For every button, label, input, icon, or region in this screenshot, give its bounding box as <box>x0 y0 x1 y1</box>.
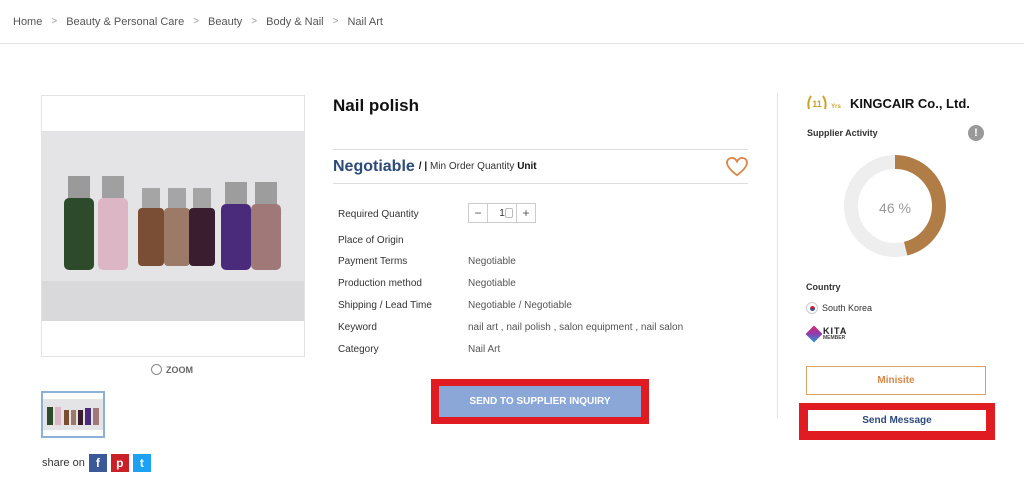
heart-icon[interactable] <box>726 157 748 177</box>
send-message-button[interactable]: Send Message <box>808 410 986 431</box>
product-thumbnail[interactable] <box>41 391 105 438</box>
breadcrumb: Home > Beauty & Personal Care > Beauty >… <box>0 0 1024 44</box>
twitter-icon[interactable]: t <box>132 454 151 472</box>
spec-label-place-of-origin: Place of Origin <box>338 235 404 246</box>
moq-label: Min Order Quantity <box>429 161 515 172</box>
country-label: Country <box>806 282 841 292</box>
chevron-right-icon: > <box>193 16 200 27</box>
column-divider <box>777 93 778 418</box>
spec-value-shipping-lead-time: Negotiable / Negotiable <box>468 300 572 311</box>
increase-button[interactable]: + <box>517 204 535 222</box>
spec-label-keyword: Keyword <box>338 322 377 333</box>
moq-info: / | Min Order Quantity Unit <box>419 161 537 172</box>
share-label: share on <box>42 457 85 469</box>
supplier-activity-percent: 46 % <box>879 200 911 216</box>
breadcrumb-body-nail[interactable]: Body & Nail <box>266 16 323 28</box>
zoom-icon <box>151 364 162 375</box>
supplier-name[interactable]: KINGCAIR Co., Ltd. <box>850 96 970 111</box>
price-value: Negotiable <box>333 157 415 175</box>
spec-label-shipping-lead-time: Shipping / Lead Time <box>338 300 432 311</box>
product-title: Nail polish <box>333 96 419 115</box>
spec-label-production-method: Production method <box>338 278 422 289</box>
decrease-button[interactable]: − <box>469 204 487 222</box>
pinterest-icon[interactable]: p <box>110 454 129 472</box>
chevron-right-icon: > <box>51 16 58 27</box>
spec-value-category: Nail Art <box>468 344 501 355</box>
chevron-right-icon: > <box>332 16 339 27</box>
zoom-button[interactable]: ZOOM <box>151 364 193 375</box>
quantity-stepper: − 1 + <box>468 203 536 223</box>
spec-label-required-quantity: Required Quantity <box>338 209 419 220</box>
breadcrumb-nail-art[interactable]: Nail Art <box>347 16 382 28</box>
facebook-icon[interactable]: f <box>88 454 107 472</box>
zoom-label: ZOOM <box>166 364 193 375</box>
send-inquiry-button[interactable]: SEND TO SUPPLIER INQUIRY <box>439 386 641 417</box>
spec-value-production-method: Negotiable <box>468 278 516 289</box>
minisite-button[interactable]: Minisite <box>806 366 986 395</box>
price-row: Negotiable / | Min Order Quantity Unit <box>333 149 748 184</box>
laurel-badge-icon: 11 Yrs <box>807 95 841 110</box>
spec-label-category: Category <box>338 344 379 355</box>
quantity-value: 1 <box>499 207 505 219</box>
breadcrumb-home[interactable]: Home <box>13 16 42 28</box>
kita-logo-icon <box>805 325 823 343</box>
breadcrumb-beauty-personal-care[interactable]: Beauty & Personal Care <box>66 16 184 28</box>
price-separator: / | <box>418 161 428 172</box>
chevron-right-icon: > <box>251 16 258 27</box>
spec-value-keyword: nail art , nail polish , salon equipment… <box>468 322 684 333</box>
kita-member-text: MEMBER <box>823 335 846 341</box>
share-bar: share on f p t <box>42 454 151 472</box>
breadcrumb-beauty[interactable]: Beauty <box>208 16 242 28</box>
supplier-activity-label: Supplier Activity <box>807 128 878 138</box>
nail-polish-bottles-photo <box>42 131 304 321</box>
korea-flag-icon <box>806 302 818 314</box>
info-icon[interactable]: ! <box>968 125 984 141</box>
inquiry-highlight-box: SEND TO SUPPLIER INQUIRY <box>431 379 649 424</box>
supplier-header: 11 Yrs KINGCAIR Co., Ltd. <box>806 94 970 112</box>
country-name: South Korea <box>822 303 873 313</box>
supplier-years: 11 <box>812 99 822 109</box>
quantity-input[interactable]: 1 <box>487 204 517 222</box>
moq-unit: Unit <box>517 161 537 172</box>
spec-label-payment-terms: Payment Terms <box>338 256 408 267</box>
supplier-years-suffix: Yrs <box>831 104 841 110</box>
spin-icon[interactable] <box>505 208 513 218</box>
supplier-country: South Korea <box>806 302 872 314</box>
spec-value-payment-terms: Negotiable <box>468 256 516 267</box>
thumbnail-image <box>43 399 103 430</box>
kita-member-badge: KITA MEMBER <box>805 325 847 343</box>
product-main-image[interactable] <box>41 95 305 357</box>
